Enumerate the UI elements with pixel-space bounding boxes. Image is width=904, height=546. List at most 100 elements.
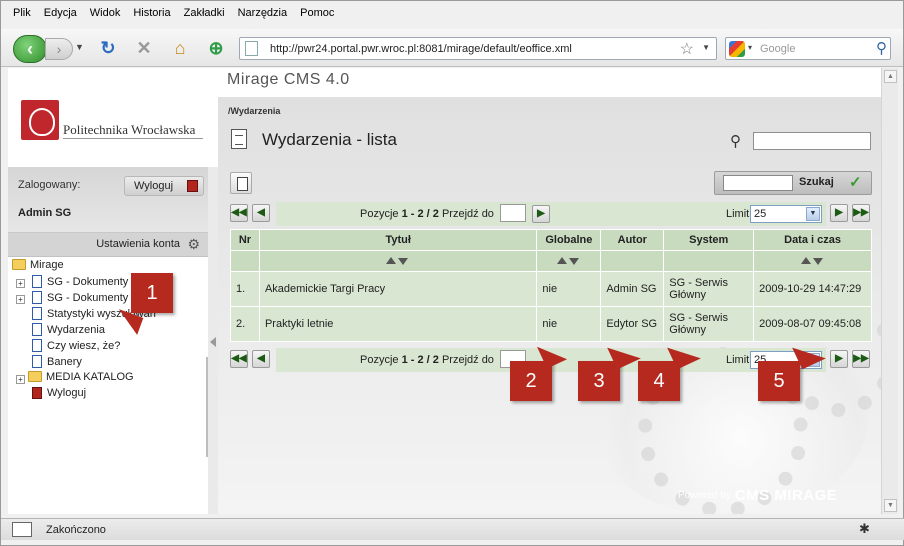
tree-label: Czy wiesz, że? [47,340,121,352]
tree-label: Banery [47,356,82,368]
menu-widok[interactable]: Widok [90,7,121,25]
sort-up-arrow [386,257,397,264]
reload-icon[interactable]: ↻ [96,36,120,60]
expand-icon[interactable]: + [16,295,25,304]
cell-datetime: 2009-10-29 14:47:29 [753,271,872,307]
document-icon [32,355,42,368]
sort-icon[interactable] [556,253,581,269]
chevron-down-icon: ▼ [806,207,820,221]
tree-item-banery[interactable]: Banery [32,355,82,371]
callout-4: 4 [638,361,680,401]
tree-item-media-katalog[interactable]: MEDIA KATALOG [28,371,134,387]
sort-down-arrow [568,258,579,265]
tree-item-mirage[interactable]: Mirage [12,259,64,275]
tree-label: SG - Dokumenty [47,276,129,288]
addon-icon[interactable]: ✱ [859,521,870,537]
cell-global: nie [536,271,602,307]
search-icon[interactable]: ⚲ [876,39,887,57]
expand-icon[interactable]: + [16,279,25,288]
table-row[interactable]: 1. Akademickie Targi Pracy nie Admin SG … [230,271,872,307]
search-bar[interactable]: ▾ Google ⚲ [725,37,891,60]
col-tytul: Tytuł [258,229,538,251]
powered-by-label: Powered by [678,490,731,501]
menu-historia[interactable]: Historia [133,7,170,25]
url-text[interactable]: http://pwr24.portal.pwr.wroc.pl:8081/mir… [270,43,572,55]
tree-item-sg-dokumenty-1[interactable]: SG - Dokumenty [32,275,128,291]
folder-icon [28,371,42,382]
user-name: Admin SG [18,207,72,219]
tree-label: SG - Dokumenty [47,292,129,304]
pager-pos-label: Pozycje [360,208,399,220]
cell-author: Edytor SG [600,306,665,342]
tree-item-sg-dokumenty-2[interactable]: SG - Dokumenty [32,291,128,307]
home-icon[interactable]: ⌂ [168,36,192,60]
cell-system: SG - Serwis Główny [663,271,755,307]
quick-search: Szukaj ✓ [714,171,872,195]
menu-edycja[interactable]: Edycja [44,7,77,25]
powered-by[interactable]: Powered by CMS MIRAGE [678,487,837,504]
breadcrumb: /Wydarzenia [228,106,281,116]
prev-page-button[interactable]: ◀ [252,350,270,368]
goto-page-input[interactable] [500,204,526,222]
sidebar-collapse-handle[interactable] [208,167,218,514]
checkmark-icon[interactable]: ✓ [849,173,862,191]
forward-button[interactable]: › [45,38,73,60]
sort-icon[interactable] [800,253,825,269]
quick-search-input[interactable] [723,175,793,191]
tree-item-wydarzenia[interactable]: Wydarzenia [32,323,105,339]
first-page-button[interactable]: ◀◀ [230,350,248,368]
tree-item-wyloguj[interactable]: Wyloguj [32,387,86,403]
status-text: Zakończono [46,524,106,536]
menu-pomoc[interactable]: Pomoc [300,7,334,25]
last-page-button[interactable]: ▶▶ [852,350,870,368]
login-panel: Zalogowany: Wyloguj Admin SG [8,167,208,233]
url-dropdown-icon[interactable]: ▼ [702,43,710,52]
document-icon [32,291,42,304]
last-page-button[interactable]: ▶▶ [852,204,870,222]
table-row[interactable]: 2. Praktyki letnie nie Edytor SG SG - Se… [230,306,872,342]
limit-select[interactable]: 25 ▼ [750,205,822,223]
next-page-button[interactable]: ▶ [830,350,848,368]
address-bar[interactable]: http://pwr24.portal.pwr.wroc.pl:8081/mir… [239,37,717,60]
menu-narzedzia[interactable]: Narzędzia [238,7,288,25]
sort-up-arrow [556,257,567,264]
engine-dropdown-icon[interactable]: ▾ [748,43,752,52]
scroll-up-icon[interactable]: ▲ [884,70,897,83]
search-placeholder[interactable]: Google [760,43,795,55]
col-system: System [663,229,755,251]
pager-bar: Pozycje 1 - 2 / 2 Przejdź do ▶ Limit 25 ▼ [276,202,826,226]
menu-plik[interactable]: Plik [13,7,31,25]
cell-nr: 1. [230,271,260,307]
menu-zakladki[interactable]: Zakładki [184,7,225,25]
search-button[interactable]: Szukaj [799,176,834,188]
header-search-input[interactable] [753,132,871,150]
new-tab-icon[interactable]: ⊕ [204,36,228,60]
cell-title[interactable]: Akademickie Targi Pracy [258,271,538,307]
google-icon[interactable] [729,41,745,57]
tree-item-czy-wiesz[interactable]: Czy wiesz, że? [32,339,120,355]
new-document-button[interactable] [230,172,252,194]
goto-page-button[interactable]: ▶ [532,205,550,223]
history-dropdown-icon[interactable]: ▼ [75,42,84,52]
stop-icon[interactable]: ✕ [132,36,156,60]
logout-button[interactable]: Wyloguj [124,176,204,196]
vertical-scrollbar[interactable]: ▲ ▼ [881,68,898,514]
main-panel: /Wydarzenia Wydarzenia - lista ⚲ Szukaj … [218,97,881,514]
tree-label: Wydarzenia [47,324,105,336]
back-button[interactable]: ‹ [13,35,47,63]
university-logo[interactable]: Politechnika Wrocławska [18,98,206,146]
first-page-button[interactable]: ◀◀ [230,204,248,222]
account-settings[interactable]: Ustawienia konta ⚙ [8,233,208,257]
cell-title[interactable]: Praktyki letnie [258,306,538,342]
logged-label: Zalogowany: [18,179,81,191]
page-title: Wydarzenia - lista [262,130,397,149]
pager-top: ◀◀ ◀ Pozycje 1 - 2 / 2 Przejdź do ▶ Limi… [230,202,872,226]
scroll-down-icon[interactable]: ▼ [884,499,897,512]
prev-page-button[interactable]: ◀ [252,204,270,222]
expand-icon[interactable]: + [16,375,25,384]
sort-icon[interactable] [386,253,410,269]
pager-position: Pozycje 1 - 2 / 2 Przejdź do [360,354,494,366]
pager-pos-label: Pozycje [360,354,399,366]
next-page-button[interactable]: ▶ [830,204,848,222]
bookmark-star-icon[interactable]: ☆ [680,39,694,59]
